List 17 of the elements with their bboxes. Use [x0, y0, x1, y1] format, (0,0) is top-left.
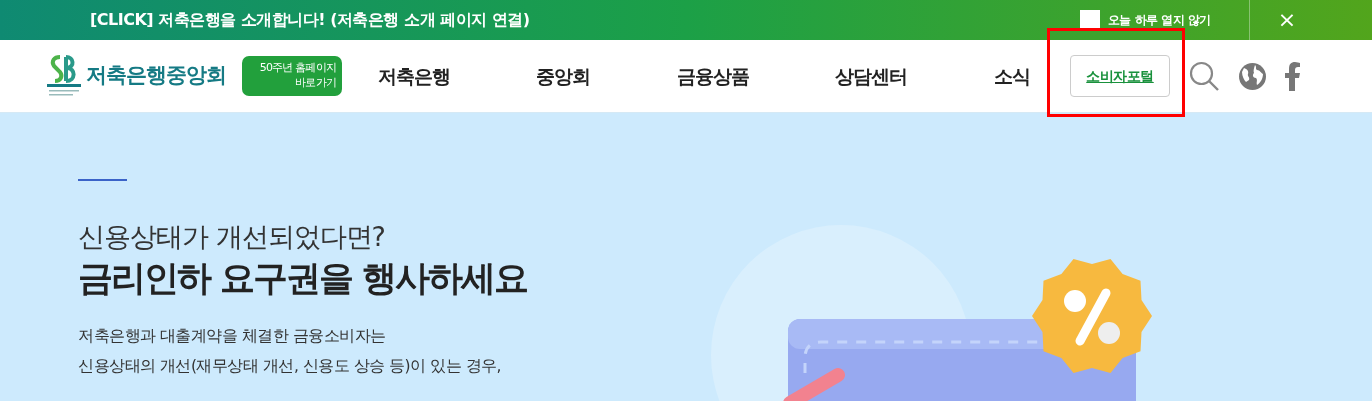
nav-link[interactable]: 상담센터 — [835, 61, 907, 91]
hero-subtitle: 신용상태가 개선되었다면? — [78, 221, 386, 254]
nav-link[interactable]: 중앙회 — [536, 61, 590, 91]
portal-button[interactable]: 소비자포털 — [1070, 55, 1170, 97]
facebook-icon[interactable] — [1285, 61, 1300, 91]
hero-headline: 금리인하 요구권을 행사하세요 — [78, 257, 529, 300]
hero-paragraph: 저축은행과 대출계약을 체결한 금융소비자는 신용상태의 개선(재무상태 개선, 신용도 상승 등)이 있는 경우, — [78, 326, 502, 378]
nav-link[interactable]: 금융상품 — [677, 61, 749, 91]
nav-link[interactable]: 저축은행 — [378, 61, 450, 91]
nav-link[interactable]: 소식 — [994, 61, 1030, 91]
banner-link[interactable]: [CLICK] 저축은행을 소개합니다! (저축은행 소개 페이지 연결) — [90, 8, 530, 32]
logo-icon — [46, 54, 82, 98]
search-icon[interactable] — [1189, 60, 1220, 92]
checkbox[interactable] — [1079, 10, 1100, 30]
logo-text: 저축은행중앙회 — [86, 62, 226, 90]
checkbox-label: 오늘 하루 열지 않기 — [1107, 12, 1211, 29]
globe-icon[interactable] — [1238, 61, 1267, 91]
